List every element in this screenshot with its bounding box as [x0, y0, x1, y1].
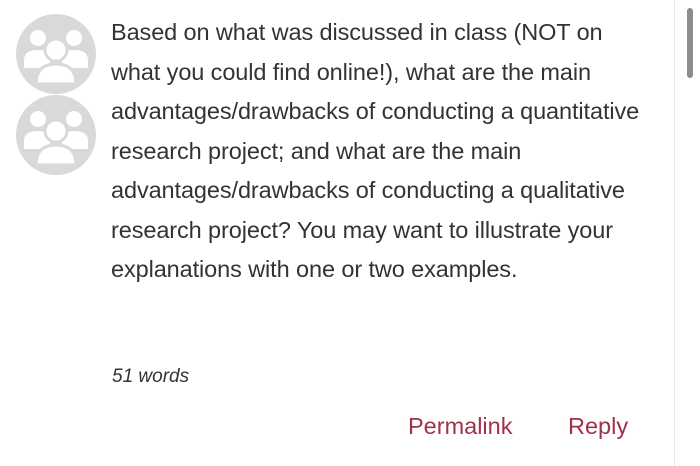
group-avatar-icon[interactable]: [16, 95, 96, 175]
post-text: Based on what was discussed in class (NO…: [111, 19, 640, 282]
permalink-link[interactable]: Permalink: [408, 413, 512, 440]
forum-post-page: Based on what was discussed in class (NO…: [0, 0, 700, 466]
reply-link[interactable]: Reply: [568, 413, 628, 440]
word-count: 51 words: [112, 366, 190, 387]
scrollbar-thumb[interactable]: [687, 8, 693, 78]
group-avatar-icon[interactable]: [16, 14, 96, 94]
post-body: Based on what was discussed in class (NO…: [111, 13, 656, 290]
